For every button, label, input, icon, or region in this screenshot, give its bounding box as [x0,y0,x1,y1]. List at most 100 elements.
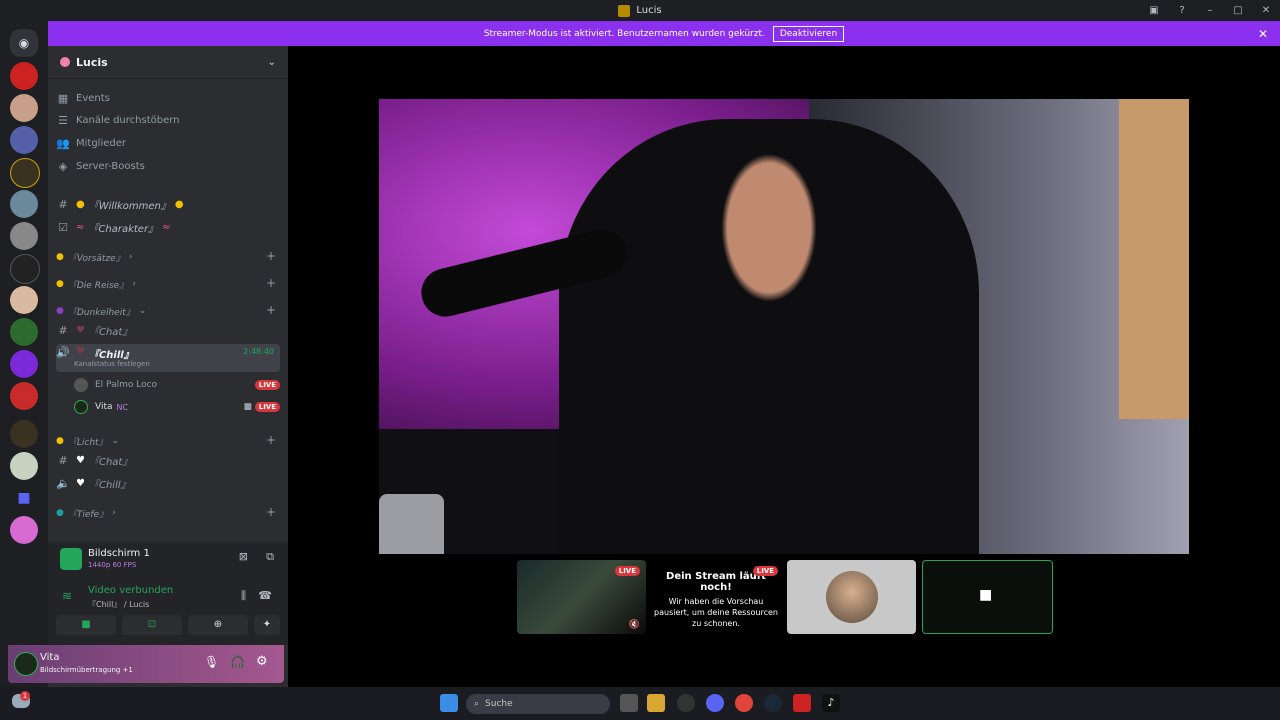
channel-charakter[interactable]: ☑ ≈ 『Charakter』 ≈ [56,217,170,237]
connection-location[interactable]: 『Chill』 / Lucis [88,599,149,610]
close-window-button[interactable]: ✕ [1252,5,1280,16]
nav-events[interactable]: ▦ Events [56,88,110,108]
task-view-icon[interactable] [620,694,638,712]
server-icon[interactable] [10,62,38,90]
speaker-icon: 🔊 [56,346,70,359]
chevron-down-icon: ⌄ [138,306,147,316]
user-panel: Vita Bildschirmübertragung +1 🎙 🎧 ⚙ [8,645,284,683]
chrome-icon[interactable] [735,694,753,712]
deactivate-button[interactable]: Deaktivieren [772,25,845,42]
hash-icon: # [58,453,68,467]
emoji-icon: ● [76,198,85,210]
channel-chill-active[interactable]: 🔊 ♥ 『Chill』 2:48:40 Kanalstatus festlege… [56,344,280,372]
camera-button[interactable]: ■ [56,615,116,635]
channel-chat-licht[interactable]: # ♥ 『Chat』 [56,450,132,470]
muted-icon[interactable]: 🔇 [629,620,640,630]
nav-label: Events [76,92,110,104]
file-explorer-icon[interactable] [647,694,665,712]
channel-chat[interactable]: # ♥ 『Chat』 [56,320,132,340]
user-tag: NC [116,402,129,412]
close-banner-icon[interactable]: ✕ [1258,27,1268,41]
windows-start-icon[interactable] [440,694,458,712]
add-channel-icon[interactable]: + [266,433,276,447]
microphone-icon[interactable]: 🎙 [204,655,219,669]
channel-status[interactable]: Kanalstatus festlegen [74,360,150,368]
server-icon[interactable] [10,382,38,410]
minimize-button[interactable]: – [1196,5,1224,16]
nav-server-boosts[interactable]: ◈ Server-Boosts [56,156,145,176]
calendar-icon: ▦ [57,91,69,105]
server-icon[interactable] [10,516,38,544]
participant-tile-self[interactable]: ■ [922,560,1053,634]
category-tiefe[interactable]: ● 『Tiefe』 › [56,503,116,523]
category-vorsaetze[interactable]: ● 『Vorsätze』 › [56,247,132,267]
category-dunkelheit[interactable]: ● 『Dunkelheit』 ⌄ [56,301,146,321]
main-video-stream[interactable] [379,99,1189,554]
tiktok-icon[interactable]: ♪ [822,694,840,712]
category-licht[interactable]: ● 『Licht』 ⌄ [56,431,119,451]
category-label: 『Vorsätze』 [67,253,125,264]
discord-home-icon[interactable]: ◉ [10,29,38,57]
stream-card-body: Wir haben die Vorschau pausiert, um dein… [654,597,778,628]
stop-share-icon[interactable]: ⊠ [239,550,248,563]
add-channel-icon[interactable]: + [266,249,276,263]
headphones-icon[interactable]: 🎧 [230,655,245,669]
avatar[interactable] [14,652,38,676]
server-icon[interactable] [10,420,38,448]
heart-icon: ♥ [76,454,85,466]
voice-user-el-palmo[interactable]: El Palmo Loco LIVE [74,375,280,395]
server-icon[interactable] [10,222,38,250]
add-channel-icon[interactable]: + [266,303,276,317]
live-badge: LIVE [752,566,778,576]
server-header[interactable]: Lucis ⌄ [48,46,288,79]
category-label: 『Licht』 [67,437,108,448]
app-icon[interactable] [793,694,811,712]
server-icon[interactable] [10,318,38,346]
discord-icon[interactable] [706,694,724,712]
user-name: Vita [95,402,113,412]
chevron-down-icon[interactable]: ⌄ [268,57,276,68]
server-icon[interactable] [10,190,38,218]
activities-button[interactable]: ⊕ [188,615,248,635]
nav-members[interactable]: 👥 Mitglieder [56,133,126,153]
add-channel-icon[interactable]: + [266,505,276,519]
rules-icon: ☑ [58,220,68,234]
hash-icon: # [58,323,68,337]
server-icon[interactable] [10,254,40,284]
server-icon-lucis[interactable] [10,158,40,188]
connection-status: Video verbunden [88,585,174,596]
screen-quality: 1440p 60 FPS [88,561,137,569]
nav-browse-channels[interactable]: ☰ Kanäle durchstöbern [56,110,179,130]
channel-chill-licht[interactable]: 🔈 ♥ 『Chill』 [56,473,130,493]
add-channel-icon[interactable]: + [266,276,276,290]
windows-taskbar [0,687,1280,720]
channel-label: 『Chat』 [88,456,133,468]
server-icon[interactable] [10,286,38,314]
folder-icon[interactable]: ■ [10,484,38,512]
server-icon[interactable] [10,126,38,154]
participant-tile[interactable] [787,560,916,634]
server-name: Lucis [76,55,108,69]
camera-icon: ■ [979,587,993,603]
app-icon[interactable] [677,694,695,712]
server-icon[interactable] [10,350,38,378]
screen-share-button[interactable]: ⊡ [122,615,182,635]
gear-icon[interactable]: ⚙ [256,654,268,669]
help-icon[interactable]: ? [1168,5,1196,16]
soundboard-button[interactable]: ✦ [254,615,280,635]
disconnect-icon[interactable]: ☎ [258,589,272,602]
browse-icon: ☰ [58,113,68,127]
inbox-icon[interactable]: ▣ [1140,5,1168,16]
taskbar-search[interactable]: ⌕ Suche [466,694,610,714]
category-die-reise[interactable]: ● 『Die Reise』 › [56,274,136,294]
voice-user-vita[interactable]: Vita NC ■ LIVE [74,397,280,417]
popout-icon[interactable]: ⧉ [266,550,274,564]
server-icon[interactable] [10,452,38,480]
noise-suppression-icon[interactable]: ⫼ [241,589,246,603]
steam-icon[interactable] [764,694,782,712]
maximize-button[interactable]: □ [1224,5,1252,16]
server-badge-icon [60,57,70,67]
stream-thumbnail-game[interactable]: LIVE 🔇 [517,560,646,634]
server-icon[interactable] [10,94,38,122]
channel-willkommen[interactable]: # ● 『Willkommen』 ● [56,194,183,214]
